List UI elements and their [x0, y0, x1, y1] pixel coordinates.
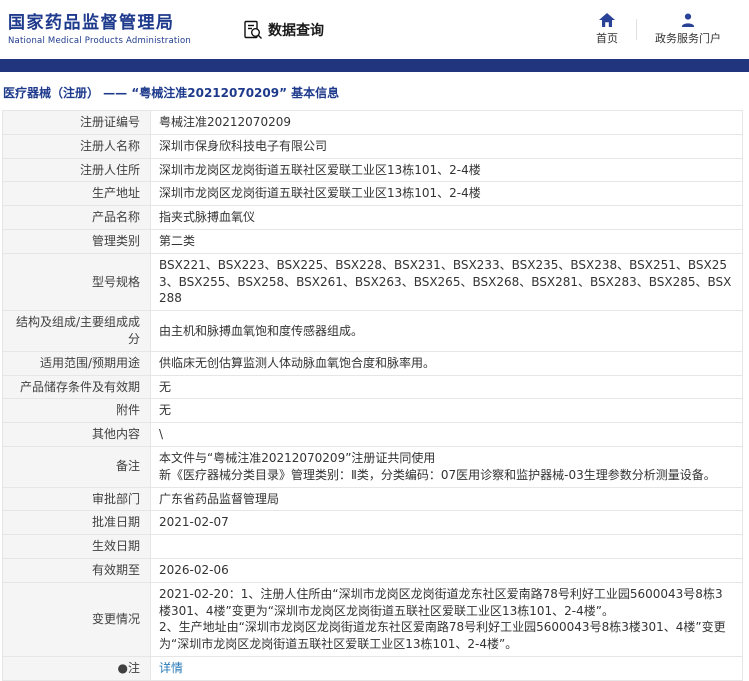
row-label: 注册人名称	[3, 134, 151, 158]
breadcrumb: 医疗器械（注册） —— “粤械注准20212070209” 基本信息	[0, 72, 749, 110]
row-label: 附件	[3, 399, 151, 423]
row-label: 备注	[3, 446, 151, 487]
row-value: 由主机和脉搏血氧饱和度传感器组成。	[151, 311, 743, 352]
table-row: 生效日期	[3, 535, 743, 559]
row-value	[151, 535, 743, 559]
row-label: 结构及组成/主要组成成分	[3, 311, 151, 352]
row-label: 生效日期	[3, 535, 151, 559]
row-label: 注册人住所	[3, 158, 151, 182]
row-label: 管理类别	[3, 229, 151, 253]
table-row: 注册证编号 粤械注准20212070209	[3, 111, 743, 135]
row-value: 本文件与“粤械注准20212070209”注册证共同使用 新《医疗器械分类目录》…	[151, 446, 743, 487]
document-search-icon	[243, 20, 263, 40]
row-label: ●注	[3, 656, 151, 680]
row-value: 指夹式脉搏血氧仪	[151, 206, 743, 230]
row-value: 无	[151, 399, 743, 423]
row-label: 有效期至	[3, 558, 151, 582]
row-label: 产品储存条件及有效期	[3, 375, 151, 399]
row-label: 注册证编号	[3, 111, 151, 135]
row-label: 适用范围/预期用途	[3, 351, 151, 375]
table-row: 附件 无	[3, 399, 743, 423]
row-value: 2026-02-06	[151, 558, 743, 582]
row-value: 粤械注准20212070209	[151, 111, 743, 135]
table-row: ●注 详情	[3, 656, 743, 680]
row-label: 型号规格	[3, 253, 151, 310]
table-row: 批准日期 2021-02-07	[3, 511, 743, 535]
table-row: 注册人名称 深圳市保身欣科技电子有限公司	[3, 134, 743, 158]
row-value: 深圳市保身欣科技电子有限公司	[151, 134, 743, 158]
row-label: 审批部门	[3, 487, 151, 511]
table-row: 其他内容 \	[3, 423, 743, 447]
header-divider-bar	[0, 59, 749, 72]
info-table: 注册证编号 粤械注准20212070209 注册人名称 深圳市保身欣科技电子有限…	[2, 110, 743, 681]
row-label: 其他内容	[3, 423, 151, 447]
nav-home[interactable]: 首页	[578, 13, 636, 46]
user-icon	[681, 13, 695, 27]
table-row: 产品名称 指夹式脉搏血氧仪	[3, 206, 743, 230]
logo-title: 国家药品监督管理局	[8, 13, 191, 33]
row-value: 广东省药品监督管理局	[151, 487, 743, 511]
home-icon	[599, 13, 615, 27]
table-row: 型号规格 BSX221、BSX223、BSX225、BSX228、BSX231、…	[3, 253, 743, 310]
row-label: 批准日期	[3, 511, 151, 535]
nav-portal-label: 政务服务门户	[655, 30, 721, 46]
row-value: 2021-02-20：1、注册人住所由“深圳市龙岗区龙岗街道龙东社区爱南路78号…	[151, 582, 743, 656]
header-right-nav: 首页 政务服务门户	[578, 13, 739, 46]
info-table-body: 注册证编号 粤械注准20212070209 注册人名称 深圳市保身欣科技电子有限…	[3, 111, 743, 681]
table-row: 有效期至 2026-02-06	[3, 558, 743, 582]
row-value: 详情	[151, 656, 743, 680]
detail-link[interactable]: 详情	[159, 661, 183, 675]
table-row: 审批部门 广东省药品监督管理局	[3, 487, 743, 511]
logo-subtitle: National Medical Products Administration	[8, 36, 191, 46]
table-row: 管理类别 第二类	[3, 229, 743, 253]
site-header: 国家药品监督管理局 National Medical Products Admi…	[0, 0, 749, 59]
row-value: 深圳市龙岗区龙岗街道五联社区爱联工业区13栋101、2-4楼	[151, 182, 743, 206]
row-value: BSX221、BSX223、BSX225、BSX228、BSX231、BSX23…	[151, 253, 743, 310]
table-row: 适用范围/预期用途 供临床无创估算监测人体动脉血氧饱合度和脉率用。	[3, 351, 743, 375]
row-label: 生产地址	[3, 182, 151, 206]
table-row: 产品储存条件及有效期 无	[3, 375, 743, 399]
nav-data-query[interactable]: 数据查询	[243, 20, 324, 40]
table-row: 变更情况 2021-02-20：1、注册人住所由“深圳市龙岗区龙岗街道龙东社区爱…	[3, 582, 743, 656]
nav-home-label: 首页	[596, 30, 618, 46]
row-label: 变更情况	[3, 582, 151, 656]
table-row: 注册人住所 深圳市龙岗区龙岗街道五联社区爱联工业区13栋101、2-4楼	[3, 158, 743, 182]
row-value: 无	[151, 375, 743, 399]
nmpa-logo[interactable]: 国家药品监督管理局 National Medical Products Admi…	[8, 13, 191, 45]
row-value: 第二类	[151, 229, 743, 253]
row-value: 供临床无创估算监测人体动脉血氧饱合度和脉率用。	[151, 351, 743, 375]
nav-portal[interactable]: 政务服务门户	[637, 13, 739, 46]
table-row: 结构及组成/主要组成成分 由主机和脉搏血氧饱和度传感器组成。	[3, 311, 743, 352]
row-value: \	[151, 423, 743, 447]
row-label: 产品名称	[3, 206, 151, 230]
row-value: 深圳市龙岗区龙岗街道五联社区爱联工业区13栋101、2-4楼	[151, 158, 743, 182]
data-query-label: 数据查询	[268, 20, 324, 40]
table-row: 生产地址 深圳市龙岗区龙岗街道五联社区爱联工业区13栋101、2-4楼	[3, 182, 743, 206]
table-row: 备注 本文件与“粤械注准20212070209”注册证共同使用 新《医疗器械分类…	[3, 446, 743, 487]
row-value: 2021-02-07	[151, 511, 743, 535]
